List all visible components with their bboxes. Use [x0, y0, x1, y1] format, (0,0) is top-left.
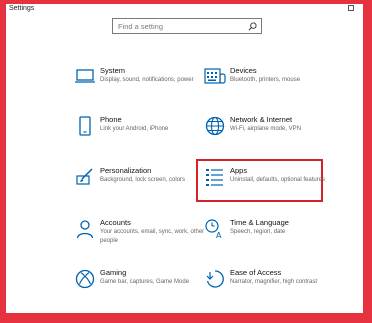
tile-title: Network & Internet — [230, 115, 293, 124]
tile-title: Time & Language — [230, 218, 289, 227]
tile-title: System — [100, 66, 126, 75]
tile-gaming[interactable]: Gaming Game bar, captures, Game Mode — [74, 268, 214, 308]
tile-description: Uninstall, defaults, optional features — [230, 177, 326, 183]
tile-title: Apps — [230, 166, 248, 175]
svg-text:A: A — [216, 231, 222, 240]
keyboard-icon — [204, 68, 226, 84]
tile-description: Bluetooth, printers, mouse — [230, 77, 301, 83]
tile-accounts[interactable]: Accounts Your accounts, email, sync, wor… — [74, 218, 214, 258]
tile-description: Narrator, magnifier, high contrast — [230, 279, 318, 285]
tile-description: Your accounts, email, sync, work, other … — [100, 229, 205, 244]
tile-title: Phone — [100, 115, 122, 124]
phone-icon — [79, 116, 91, 136]
search-placeholder: Find a setting — [118, 22, 164, 31]
search-input[interactable]: Find a setting — [112, 18, 262, 34]
laptop-icon — [75, 69, 95, 83]
tile-description: Link your Android, iPhone — [100, 126, 169, 132]
clock-language-icon: A — [205, 219, 222, 240]
tile-apps[interactable]: Apps Uninstall, defaults, optional featu… — [204, 166, 344, 206]
title-bar: Settings — [6, 4, 363, 18]
globe-icon — [205, 116, 225, 136]
tile-time-language[interactable]: A Time & Language Speech, region, date — [204, 218, 344, 258]
tile-description: Wi-Fi, airplane mode, VPN — [230, 126, 302, 132]
tile-title: Ease of Access — [230, 268, 282, 277]
tile-devices[interactable]: Devices Bluetooth, printers, mouse — [204, 66, 344, 106]
tile-phone[interactable]: Phone Link your Android, iPhone — [74, 115, 214, 155]
maximize-button[interactable] — [348, 5, 354, 11]
apps-list-icon — [206, 169, 223, 186]
tile-title: Devices — [230, 66, 257, 75]
tile-personalization[interactable]: Personalization Background, lock screen,… — [74, 166, 214, 206]
tile-description: Display, sound, notifications, power — [100, 77, 194, 83]
tile-ease-of-access[interactable]: Ease of Access Narrator, magnifier, high… — [204, 268, 344, 308]
tile-title: Gaming — [100, 268, 127, 277]
window-title: Settings — [9, 5, 35, 12]
search-icon — [248, 22, 257, 31]
tile-description: Speech, region, date — [230, 229, 286, 235]
tile-network[interactable]: Network & Internet Wi-Fi, airplane mode,… — [204, 115, 344, 155]
xbox-icon — [75, 269, 95, 289]
tile-title: Personalization — [100, 166, 152, 175]
tile-title: Accounts — [100, 218, 131, 227]
brush-icon — [76, 168, 93, 185]
ease-of-access-icon — [206, 270, 224, 288]
tile-description: Game bar, captures, Game Mode — [100, 279, 190, 285]
person-icon — [76, 220, 94, 239]
settings-window: Settings Find a setting System Display, … — [6, 4, 363, 313]
tile-system[interactable]: System Display, sound, notifications, po… — [74, 66, 214, 106]
